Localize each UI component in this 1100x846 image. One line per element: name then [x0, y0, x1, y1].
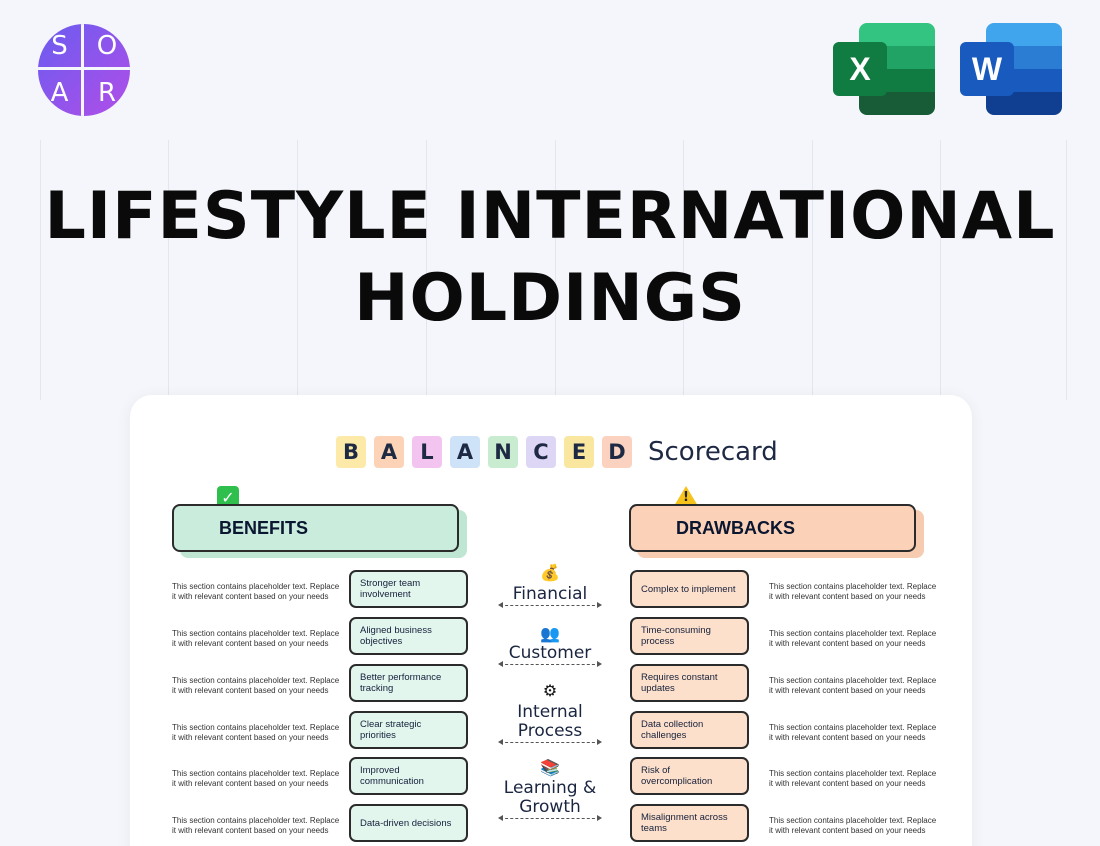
- benefit-item: Stronger team involvement: [349, 570, 468, 608]
- placeholder-text: This section contains placeholder text. …: [769, 582, 937, 601]
- double-arrow: [498, 602, 602, 608]
- drawback-item: Time-consuming process: [630, 617, 749, 655]
- drawback-item: Complex to implement: [630, 570, 749, 608]
- drawback-item: Data collection challenges: [630, 711, 749, 749]
- people-icon: 👥: [540, 623, 560, 643]
- scorecard-word: Scorecard: [648, 437, 778, 467]
- drawbacks-header: DRAWBACKS: [629, 504, 916, 552]
- logo-letter: R: [97, 78, 117, 108]
- perspective-customer: Customer: [508, 643, 592, 663]
- placeholder-text: This section contains placeholder text. …: [172, 723, 340, 742]
- perspective-learning-growth: Learning & Growth: [503, 778, 597, 817]
- gear-icon: ⚙: [542, 680, 558, 700]
- title-line-2: HOLDINGS: [354, 261, 746, 336]
- logo-letter: S: [38, 24, 84, 70]
- drawback-item: Risk of overcomplication: [630, 757, 749, 795]
- word-icon: W: [960, 23, 1062, 115]
- drawback-item: Requires constant updates: [630, 664, 749, 702]
- letter-tile: C: [526, 436, 556, 468]
- placeholder-text: This section contains placeholder text. …: [769, 816, 937, 835]
- placeholder-text: This section contains placeholder text. …: [172, 816, 340, 835]
- benefit-item: Aligned business objectives: [349, 617, 468, 655]
- letter-tile: A: [374, 436, 404, 468]
- warning-icon: !: [674, 486, 698, 506]
- scorecard-heading: B A L A N C E D Scorecard: [336, 436, 778, 468]
- word-badge: W: [960, 42, 1014, 96]
- excel-badge: X: [833, 42, 887, 96]
- placeholder-text: This section contains placeholder text. …: [172, 676, 340, 695]
- letter-tile: N: [488, 436, 518, 468]
- placeholder-text: This section contains placeholder text. …: [172, 582, 340, 601]
- double-arrow: [498, 739, 602, 745]
- books-icon: 📚: [540, 757, 560, 777]
- drawback-item: Misalignment across teams: [630, 804, 749, 842]
- benefit-item: Improved communication: [349, 757, 468, 795]
- letter-tile: A: [450, 436, 480, 468]
- placeholder-text: This section contains placeholder text. …: [769, 629, 937, 648]
- page-title: LIFESTYLE INTERNATIONAL HOLDINGS: [0, 176, 1100, 340]
- excel-icon: X: [833, 23, 935, 115]
- logo-letter: A: [38, 70, 84, 116]
- placeholder-text: This section contains placeholder text. …: [172, 629, 340, 648]
- letter-tile: E: [564, 436, 594, 468]
- placeholder-text: This section contains placeholder text. …: [769, 676, 937, 695]
- benefit-item: Clear strategic priorities: [349, 711, 468, 749]
- benefit-item: Better performance tracking: [349, 664, 468, 702]
- placeholder-text: This section contains placeholder text. …: [769, 769, 937, 788]
- logo-letter: O: [84, 24, 130, 70]
- double-arrow: [498, 661, 602, 667]
- money-bag-icon: 💰: [540, 562, 560, 582]
- title-line-1: LIFESTYLE INTERNATIONAL: [44, 179, 1056, 254]
- letter-tile: B: [336, 436, 366, 468]
- benefit-item: Data-driven decisions: [349, 804, 468, 842]
- perspective-internal-process: Internal Process: [517, 702, 583, 741]
- placeholder-text: This section contains placeholder text. …: [172, 769, 340, 788]
- letter-tile: D: [602, 436, 632, 468]
- perspective-financial: Financial: [512, 584, 588, 604]
- letter-tile: L: [412, 436, 442, 468]
- placeholder-text: This section contains placeholder text. …: [769, 723, 937, 742]
- benefits-header: BENEFITS: [172, 504, 459, 552]
- soar-logo: S O A R: [38, 24, 130, 116]
- double-arrow: [498, 815, 602, 821]
